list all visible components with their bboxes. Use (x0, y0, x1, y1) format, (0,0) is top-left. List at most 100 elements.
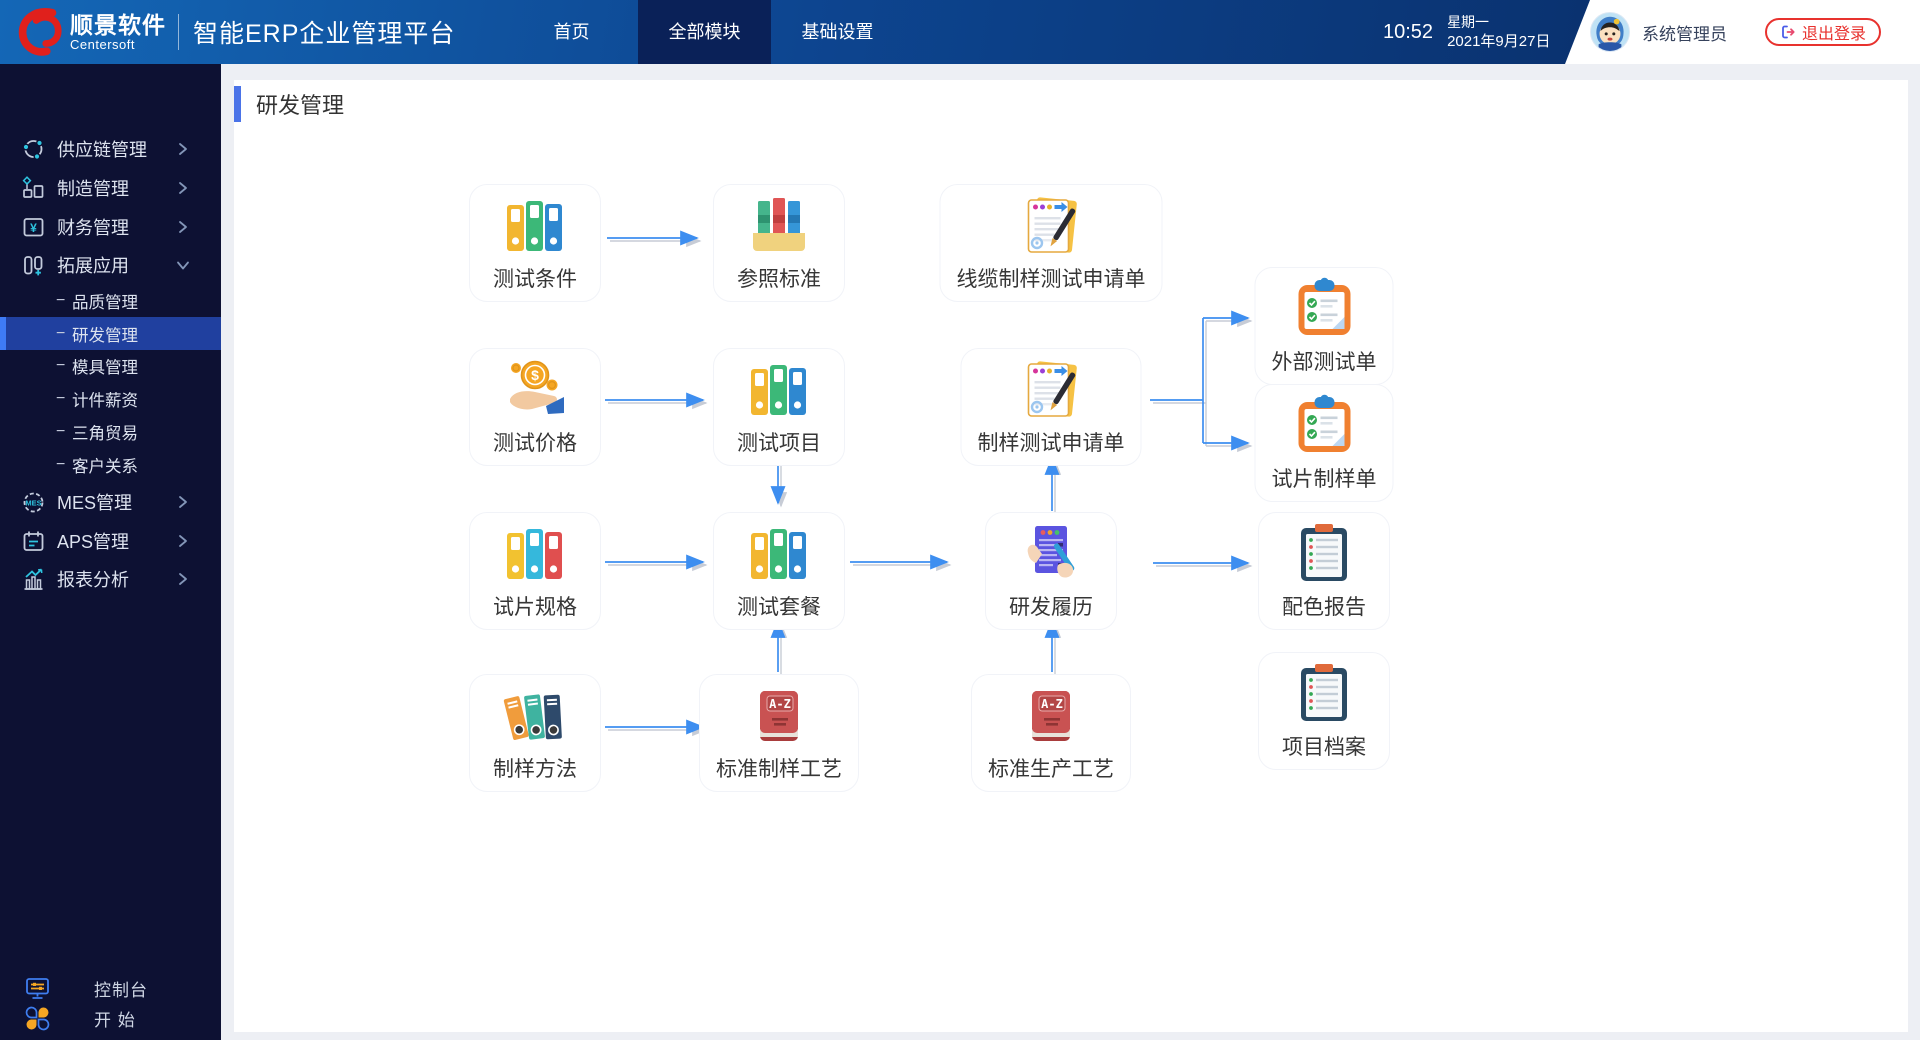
start-icon (24, 1005, 51, 1032)
svg-text:$: $ (531, 367, 539, 383)
clock-time: 10:52 (1383, 21, 1433, 44)
flow-node-label: 测试套餐 (730, 591, 828, 621)
user-zone: 系统管理员 退出登录 (1590, 0, 1920, 64)
dash-prefix: − (56, 456, 65, 474)
sidebar-item-finance[interactable]: ¥ 财务管理 (0, 211, 221, 243)
binders-icon (746, 357, 812, 423)
flow-node-project-archive[interactable]: 项目档案 (1258, 652, 1390, 770)
flow-node-sample-piece-order[interactable]: 试片制样单 (1255, 384, 1394, 502)
clipboard-check-icon (1291, 276, 1357, 342)
console-button[interactable]: 控制台 (0, 973, 221, 1003)
logged-in-user: 系统管理员 (1642, 20, 1727, 45)
avatar[interactable] (1590, 12, 1630, 52)
flow-node-label: 线缆制样测试申请单 (957, 263, 1146, 293)
sidebar-item-supply-chain[interactable]: 供应链管理 (0, 133, 221, 165)
chevron-right-icon (174, 179, 192, 197)
document-pen-icon (1018, 193, 1084, 259)
chevron-right-icon (174, 570, 192, 588)
sidebar-item-label: MES管理 (57, 489, 132, 515)
logo-title: 顺景软件 (70, 13, 166, 37)
flow-node-test-item[interactable]: 测试项目 (713, 348, 845, 466)
start-label: 开 始 (94, 1006, 136, 1031)
sidebar-item-manufacturing[interactable]: 制造管理 (0, 172, 221, 204)
flow-node-color-report[interactable]: 配色报告 (1258, 512, 1390, 630)
chevron-right-icon (174, 140, 192, 158)
flow-node-label: 试片规格 (486, 591, 584, 621)
flow-node-reference-standard[interactable]: 参照标准 (713, 184, 845, 302)
sidebar-item-rd-management[interactable]: − 研发管理 (0, 317, 221, 350)
sidebar-item-aps[interactable]: APS管理 (0, 525, 221, 557)
flow-node-standard-production-process[interactable]: A-Z 标准生产工艺 (971, 674, 1131, 792)
binders-icon (746, 521, 812, 587)
chevron-down-icon (174, 256, 192, 274)
sidebar-item-triangle-trade[interactable]: − 三角贸易 (0, 416, 221, 448)
sidebar-item-piecework-salary[interactable]: − 计件薪资 (0, 383, 221, 415)
flow-node-label: 参照标准 (730, 263, 828, 293)
sidebar: 供应链管理 制造管理 ¥ 财务管理 拓展应用 − 品质管理 − 研发管理 (0, 64, 221, 1040)
logo-subtitle: Centersoft (70, 37, 166, 52)
sidebar-item-customer-relation[interactable]: − 客户关系 (0, 449, 221, 481)
flow-node-label: 测试项目 (730, 427, 828, 457)
sidebar-item-label: 研发管理 (72, 322, 138, 346)
flow-node-label: 试片制样单 (1272, 463, 1377, 493)
clock-date: 2021年9月27日 (1447, 32, 1550, 52)
avatar-image (1591, 13, 1629, 51)
logo-swirl-icon (14, 6, 64, 58)
sidebar-item-label: 品质管理 (72, 289, 138, 313)
sidebar-item-report-analysis[interactable]: 报表分析 (0, 563, 221, 595)
flow-node-sample-spec[interactable]: 试片规格 (469, 512, 601, 630)
nav-tab-all-modules[interactable]: 全部模块 (638, 0, 771, 64)
flow-node-label: 项目档案 (1275, 731, 1373, 761)
books-icon (746, 193, 812, 259)
clipboard-check-icon (1291, 393, 1357, 459)
clipboard-list-icon (1291, 661, 1357, 727)
svg-text:A-Z: A-Z (769, 697, 791, 711)
dash-prefix: − (56, 292, 65, 310)
sidebar-item-mold[interactable]: − 模具管理 (0, 350, 221, 382)
flow-node-test-price[interactable]: $ 测试价格 (469, 348, 601, 466)
sidebar-item-expand-apps[interactable]: 拓展应用 (0, 249, 221, 281)
dictionary-book-icon: A-Z (1018, 683, 1084, 749)
sidebar-item-label: 拓展应用 (57, 252, 129, 278)
nav-tab-home[interactable]: 首页 (505, 0, 638, 64)
dash-prefix: − (56, 423, 65, 441)
sidebar-item-label: 报表分析 (57, 566, 129, 592)
flow-node-label: 制样测试申请单 (978, 427, 1125, 457)
sidebar-item-label: 计件薪资 (72, 387, 138, 411)
sidebar-item-label: 模具管理 (72, 354, 138, 378)
flow-node-rd-history[interactable]: 研发履历 (985, 512, 1117, 630)
flow-node-test-condition[interactable]: 测试条件 (469, 184, 601, 302)
erp-app-window: 顺景软件 Centersoft 智能ERP企业管理平台 首页 全部模块 基础设置… (0, 0, 1920, 1040)
logout-button[interactable]: 退出登录 (1765, 18, 1881, 46)
chevron-right-icon (174, 532, 192, 550)
binders-icon (502, 193, 568, 259)
nav-tab-basic-settings[interactable]: 基础设置 (771, 0, 904, 64)
sidebar-item-quality[interactable]: − 品质管理 (0, 285, 221, 317)
clock-display: 10:52 星期一 2021年9月27日 (1383, 0, 1550, 64)
sidebar-item-label: 三角贸易 (72, 420, 138, 444)
flow-node-label: 测试条件 (486, 263, 584, 293)
console-label: 控制台 (94, 976, 148, 1001)
flow-node-sample-method[interactable]: 制样方法 (469, 674, 601, 792)
logo-divider (178, 14, 179, 50)
flow-node-test-package[interactable]: 测试套餐 (713, 512, 845, 630)
logout-label: 退出登录 (1802, 20, 1866, 44)
flow-node-sample-test-request[interactable]: 制样测试申请单 (961, 348, 1142, 466)
console-icon (24, 975, 51, 1002)
start-button[interactable]: 开 始 (0, 1003, 221, 1033)
finance-icon: ¥ (21, 215, 46, 240)
topbar: 顺景软件 Centersoft 智能ERP企业管理平台 首页 全部模块 基础设置… (0, 0, 1920, 64)
flow-node-external-test-order[interactable]: 外部测试单 (1255, 267, 1394, 385)
chevron-right-icon (174, 218, 192, 236)
sidebar-item-mes[interactable]: MES MES管理 (0, 486, 221, 518)
flow-node-standard-sample-process[interactable]: A-Z 标准制样工艺 (699, 674, 859, 792)
aps-calendar-icon (21, 529, 46, 554)
chevron-right-icon (174, 493, 192, 511)
dictionary-book-icon: A-Z (746, 683, 812, 749)
binders-tilted-icon (502, 683, 568, 749)
top-nav: 首页 全部模块 基础设置 (505, 0, 904, 64)
report-chart-icon (21, 567, 46, 592)
flow-node-label: 标准制样工艺 (716, 753, 842, 783)
flow-node-label: 制样方法 (486, 753, 584, 783)
flow-node-cable-sample-test-request[interactable]: 线缆制样测试申请单 (940, 184, 1163, 302)
